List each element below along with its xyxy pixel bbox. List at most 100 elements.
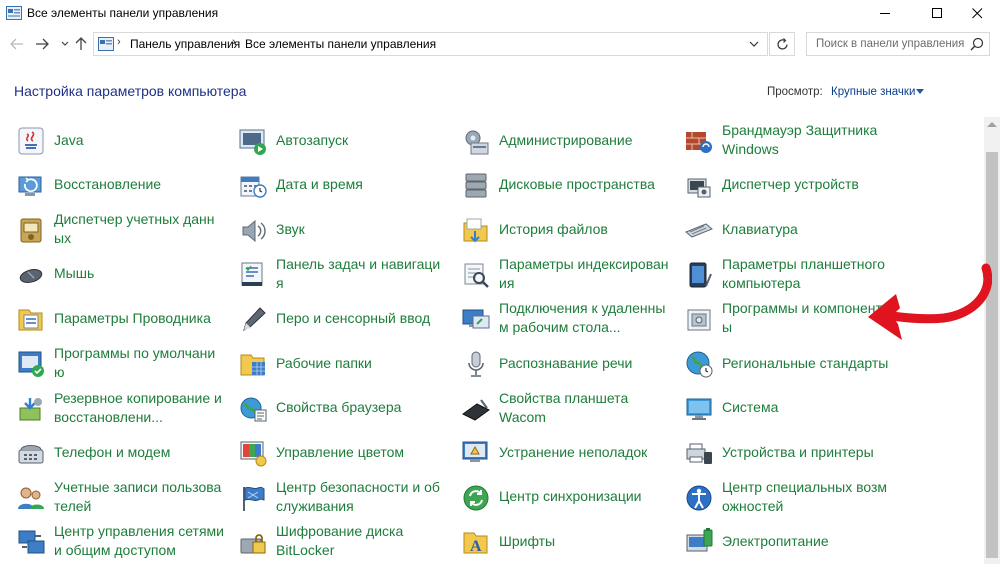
control-panel-item-recovery[interactable]: Восстановление — [16, 165, 231, 205]
control-panel-item-user-accounts[interactable]: Учетные записи пользова телей — [16, 477, 231, 517]
control-panel-item-fonts[interactable]: A Шрифты — [461, 521, 676, 561]
item-label-text: Резервное копирование и восстановлени... — [54, 389, 222, 425]
minimize-icon — [879, 12, 890, 14]
control-panel-item-label: Центр специальных возм ожностей — [722, 477, 892, 517]
security-flag-icon — [243, 486, 265, 511]
item-label-text: Перо и сенсорный ввод — [276, 309, 431, 326]
breadcrumb-all-items[interactable]: Все элементы панели управления — [245, 37, 436, 51]
control-panel-item-keyboard[interactable]: Клавиатура — [684, 209, 899, 249]
control-panel-item-label: Шрифты — [499, 521, 669, 561]
control-panel-item-label: Java — [54, 120, 224, 160]
control-panel-item-phone-modem[interactable]: Телефон и модем — [16, 432, 231, 472]
control-panel-item-security-flag[interactable]: Центр безопасности и об служивания — [238, 477, 453, 517]
up-button[interactable] — [72, 35, 90, 53]
control-panel-item-label: Телефон и модем — [54, 432, 224, 472]
search-icon — [970, 37, 984, 51]
control-panel-item-label: Дисковые пространства — [499, 165, 669, 205]
control-panel-item-power-options[interactable]: Электропитание — [684, 521, 899, 561]
close-button[interactable] — [954, 0, 1000, 26]
control-panel-item-devices-printers[interactable]: Устройства и принтеры — [684, 432, 899, 472]
breadcrumb-separator-icon[interactable]: › — [117, 36, 121, 48]
control-panel-item-microphone[interactable]: Распознавание речи — [461, 343, 676, 383]
control-panel-item-color-management[interactable]: Управление цветом — [238, 432, 453, 472]
device-manager-icon — [687, 178, 711, 198]
item-label-text: Устройства и принтеры — [722, 443, 874, 460]
control-panel-item-indexing[interactable]: Параметры индексирован ия — [461, 254, 676, 294]
control-panel-item-label: Диспетчер учетных данн ых — [54, 209, 224, 249]
control-panel-item-explorer-options[interactable]: Параметры Проводника — [16, 298, 231, 338]
back-button[interactable] — [8, 35, 26, 53]
control-panel-item-bitlocker[interactable]: Шифрование диска BitLocker — [238, 521, 453, 561]
explorer-options-icon — [18, 309, 43, 331]
microphone-icon — [468, 351, 484, 377]
control-panel-item-system[interactable]: Система — [684, 388, 899, 428]
java-icon — [18, 127, 44, 155]
item-label-text: Панель задач и навигаци я — [276, 255, 441, 291]
refresh-button[interactable] — [769, 32, 795, 56]
view-mode-dropdown[interactable]: Крупные значки — [831, 86, 915, 98]
control-panel-item-network-center[interactable]: Центр управления сетями и общим доступом — [16, 521, 231, 561]
item-label-text: Устранение неполадок — [499, 443, 648, 460]
programs-features-icon — [687, 309, 711, 331]
ease-of-access-icon — [686, 485, 712, 511]
control-panel-item-troubleshooting[interactable]: Устранение неполадок — [461, 432, 676, 472]
search-input[interactable] — [807, 33, 967, 55]
item-label-text: Диспетчер учетных данн ых — [54, 211, 215, 247]
control-panel-item-taskbar[interactable]: Панель задач и навигаци я — [238, 254, 453, 294]
mouse-icon — [19, 268, 43, 283]
view-label: Просмотр: — [767, 86, 823, 98]
scroll-up-arrow-icon[interactable] — [987, 122, 997, 127]
control-panel-item-storage-spaces[interactable]: Дисковые пространства — [461, 165, 676, 205]
control-panel-item-remote-desktop[interactable]: Подключения к удаленны м рабочим стола..… — [461, 298, 676, 338]
item-label-text: Центр управления сетями и общим доступом — [54, 523, 224, 559]
control-panel-item-label: Устройства и принтеры — [722, 432, 892, 472]
control-panel-item-java[interactable]: Java — [16, 120, 231, 160]
navigation-bar: › Панель управления › Все элементы панел… — [0, 26, 1000, 64]
indexing-icon — [464, 263, 489, 288]
control-panel-items: Java Автозапуск Администрирование Брандмауэ… — [0, 117, 984, 564]
control-panel-item-autoplay[interactable]: Автозапуск — [238, 120, 453, 160]
control-panel-item-label: Панель задач и навигаци я — [276, 254, 446, 294]
devices-printers-icon — [686, 443, 712, 465]
item-label-text: Автозапуск — [276, 131, 349, 148]
control-panel-item-sync-center[interactable]: Центр синхронизации — [461, 477, 676, 517]
breadcrumb-separator-icon[interactable]: › — [232, 36, 236, 48]
item-label-text: Региональные стандарты — [722, 354, 889, 371]
admin-tools-icon — [465, 130, 489, 155]
control-panel-item-ease-of-access[interactable]: Центр специальных возм ожностей — [684, 477, 899, 517]
chevron-down-icon — [61, 41, 69, 46]
item-label-text: Программы и компонент ы — [722, 300, 882, 336]
control-panel-item-backup[interactable]: Резервное копирование и восстановлени... — [16, 388, 231, 428]
control-panel-item-sound[interactable]: Звук — [238, 209, 453, 249]
keyboard-icon — [685, 223, 713, 238]
control-panel-item-work-folders[interactable]: Рабочие папки — [238, 343, 453, 383]
address-bar[interactable]: › Панель управления › Все элементы панел… — [93, 32, 768, 56]
control-panel-item-wacom-tablet[interactable]: Свойства планшета Wacom — [461, 388, 676, 428]
control-panel-item-date-time[interactable]: Дата и время — [238, 165, 453, 205]
breadcrumb-control-panel[interactable]: Панель управления — [130, 37, 240, 51]
control-panel-item-file-history[interactable]: История файлов — [461, 209, 676, 249]
control-panel-item-pen[interactable]: Перо и сенсорный ввод — [238, 298, 453, 338]
refresh-icon — [776, 37, 788, 50]
control-panel-icon — [98, 37, 114, 51]
minimize-button[interactable] — [862, 0, 908, 26]
control-panel-item-default-programs[interactable]: Программы по умолчани ю — [16, 343, 231, 383]
control-panel-item-label: История файлов — [499, 209, 669, 249]
control-panel-item-label: Свойства планшета Wacom — [499, 388, 669, 428]
caret-down-icon[interactable] — [916, 89, 924, 94]
arrow-left-icon — [10, 38, 23, 50]
control-panel-item-firewall[interactable]: Брандмауэр Защитника Windows — [684, 120, 899, 160]
control-panel-item-mouse[interactable]: Мышь — [16, 254, 231, 294]
forward-button[interactable] — [33, 35, 51, 53]
item-label-text: Администрирование — [499, 131, 633, 148]
chevron-down-icon[interactable] — [749, 37, 759, 51]
control-panel-item-device-manager[interactable]: Диспетчер устройств — [684, 165, 899, 205]
control-panel-item-label: Программы по умолчани ю — [54, 343, 224, 383]
scrollbar-thumb[interactable] — [986, 152, 998, 558]
search-box[interactable] — [806, 32, 990, 56]
control-panel-item-admin-tools[interactable]: Администрирование — [461, 120, 676, 160]
tablet-pc-icon — [689, 262, 712, 288]
control-panel-item-internet-options[interactable]: Свойства браузера — [238, 388, 453, 428]
control-panel-item-credential-manager[interactable]: Диспетчер учетных данн ых — [16, 209, 231, 249]
phone-modem-icon — [18, 445, 44, 464]
